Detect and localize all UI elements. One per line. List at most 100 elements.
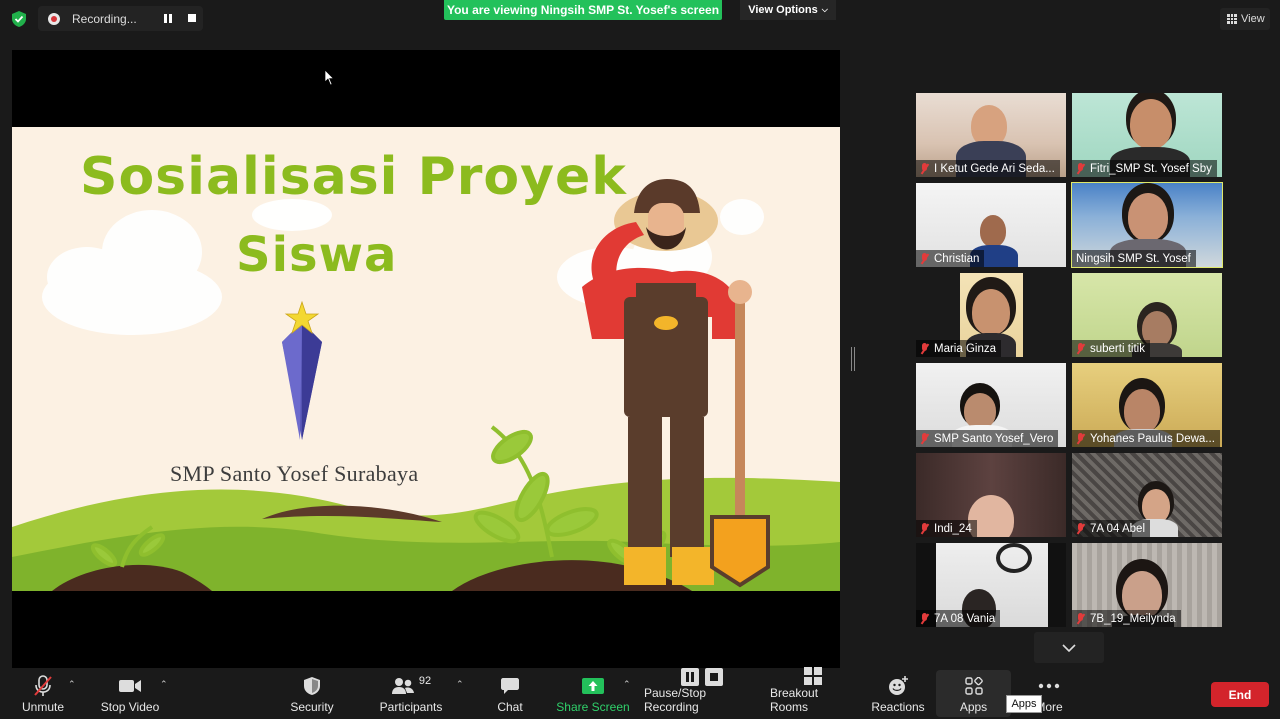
grid-view-icon [1227, 14, 1237, 24]
participant-tile[interactable]: Christian [916, 183, 1066, 267]
participant-tile[interactable]: 7B_19_Meilynda [1072, 543, 1222, 627]
apps-label: Apps [959, 700, 988, 714]
unmute-label: Unmute [21, 700, 65, 714]
zoom-meeting-window: Recording... You are viewing Ningsih SMP… [0, 0, 1280, 719]
participant-tile[interactable]: suberti titik [1072, 273, 1222, 357]
meeting-toolbar: Unmute ⌃ Stop Video ⌃ Security 92 Partic… [0, 667, 1280, 719]
mic-muted-icon [920, 523, 929, 534]
participant-tile[interactable]: SMP Santo Yosef_Vero [916, 363, 1066, 447]
chevron-down-icon: ⌵ [821, 5, 828, 14]
microphone-muted-icon [34, 675, 52, 696]
school-logo [282, 300, 322, 440]
slide-school-name: SMP Santo Yosef Surabaya [170, 461, 419, 486]
slide-title-line2: Siswa [236, 227, 398, 283]
participant-tile[interactable]: Yohanes Paulus Dewa... [1072, 363, 1222, 447]
pause-stop-recording-button[interactable]: Pause/Stop Recording [644, 668, 760, 719]
participant-name: 7B_19_Meilynda [1090, 612, 1176, 625]
participant-tile[interactable]: Fitri_SMP St. Yosef Sby [1072, 93, 1222, 177]
background-ring [996, 543, 1032, 573]
participant-name: 7A 08 Vania [934, 612, 996, 625]
audio-options-caret-icon[interactable]: ⌃ [68, 679, 76, 690]
stop-video-button[interactable]: Stop Video [98, 669, 162, 719]
recording-label: Recording... [72, 11, 137, 26]
viewing-screen-banner: You are viewing Ningsih SMP St. Yosef's … [444, 0, 722, 20]
view-button-label: View [1241, 13, 1265, 25]
reactions-button[interactable]: Reactions [870, 669, 926, 719]
participant-tile[interactable]: I Ketut Gede Ari Seda... [916, 93, 1066, 177]
stop-icon [705, 668, 723, 686]
mouse-cursor-icon [325, 70, 335, 86]
chat-bubble-icon [501, 678, 519, 694]
end-meeting-button[interactable]: End [1211, 682, 1269, 707]
apps-tooltip: Apps [1006, 695, 1042, 713]
chat-label: Chat [497, 700, 523, 714]
breakout-rooms-grid-icon [804, 667, 822, 685]
participant-tile-active-speaker[interactable]: Ningsih SMP St. Yosef [1071, 182, 1223, 268]
breakout-rooms-button[interactable]: Breakout Rooms [770, 667, 856, 719]
participant-tile[interactable]: Indi_24 [916, 453, 1066, 537]
shared-screen[interactable]: Sosialisasi Proyek Siswa SMP Santo Yosef… [12, 50, 840, 668]
share-screen-button[interactable]: Share Screen [556, 669, 630, 719]
smiley-add-icon [889, 676, 908, 695]
mic-muted-icon [920, 163, 929, 174]
view-button[interactable]: View [1220, 8, 1270, 30]
mic-muted-icon [1076, 433, 1085, 444]
mic-muted-icon [1076, 523, 1085, 534]
presentation-slide: Sosialisasi Proyek Siswa SMP Santo Yosef… [12, 127, 840, 591]
share-screen-arrow-icon [582, 678, 604, 694]
gallery-scroll-down-button[interactable] [1034, 632, 1104, 663]
mic-muted-icon [920, 433, 929, 444]
chat-button[interactable]: Chat [492, 669, 528, 719]
mic-muted-icon [920, 343, 929, 354]
participant-name: Fitri_SMP St. Yosef Sby [1090, 162, 1212, 175]
participant-tile[interactable]: 7A 04 Abel [1072, 453, 1222, 537]
mic-muted-icon [920, 253, 929, 264]
participant-name: Christian [934, 252, 980, 265]
video-options-caret-icon[interactable]: ⌃ [160, 679, 168, 690]
chevron-down-icon [1062, 643, 1076, 652]
mic-muted-icon [1076, 613, 1085, 624]
mic-muted-icon [920, 613, 929, 624]
participant-name: Ningsih SMP St. Yosef [1076, 252, 1191, 265]
participants-count: 92 [418, 675, 432, 687]
recording-indicator: Recording... [38, 6, 203, 31]
participants-label: Participants [379, 700, 443, 714]
encryption-shield-icon[interactable] [10, 10, 28, 28]
stop-video-label: Stop Video [100, 700, 160, 714]
share-options-caret-icon[interactable]: ⌃ [623, 679, 631, 690]
slide-title-line1: Sosialisasi Proyek [80, 147, 627, 207]
apps-icon [964, 677, 983, 695]
participant-tile[interactable]: Maria Ginza [916, 273, 1066, 357]
security-label: Security [290, 700, 334, 714]
share-screen-label: Share Screen [556, 700, 630, 714]
apps-button-content: Apps [936, 669, 1011, 719]
participant-name: Indi_24 [934, 522, 972, 535]
participants-button[interactable]: 92 Participants [378, 669, 444, 719]
mic-muted-icon [1076, 343, 1085, 354]
panel-resize-handle[interactable] [851, 347, 855, 371]
participant-name: Maria Ginza [934, 342, 996, 355]
video-camera-icon [119, 680, 141, 692]
more-dots-icon [1038, 683, 1060, 689]
security-button[interactable]: Security [286, 669, 338, 719]
participant-name: 7A 04 Abel [1090, 522, 1145, 535]
participant-name: suberti titik [1090, 342, 1145, 355]
participant-tile[interactable]: 7A 08 Vania [916, 543, 1066, 627]
participants-options-caret-icon[interactable]: ⌃ [456, 679, 464, 690]
stop-recording-icon[interactable] [188, 14, 196, 22]
participants-icon [391, 678, 414, 694]
pause-recording-icon[interactable] [163, 14, 173, 23]
reactions-label: Reactions [871, 700, 925, 714]
view-options-label: View Options [748, 4, 818, 16]
pause-icon [681, 668, 699, 686]
pause-stop-recording-label: Pause/Stop Recording [644, 686, 707, 714]
unmute-button[interactable]: Unmute [18, 669, 68, 719]
participant-name: Yohanes Paulus Dewa... [1090, 432, 1215, 445]
mic-muted-icon [1076, 163, 1085, 174]
security-shield-icon [304, 677, 320, 695]
view-options-button[interactable]: View Options ⌵ [740, 0, 836, 20]
participant-name: I Ketut Gede Ari Seda... [934, 162, 1055, 175]
breakout-rooms-label: Breakout Rooms [770, 686, 819, 714]
recording-dot-icon [48, 12, 60, 25]
apps-button[interactable]: Apps [936, 670, 1011, 717]
